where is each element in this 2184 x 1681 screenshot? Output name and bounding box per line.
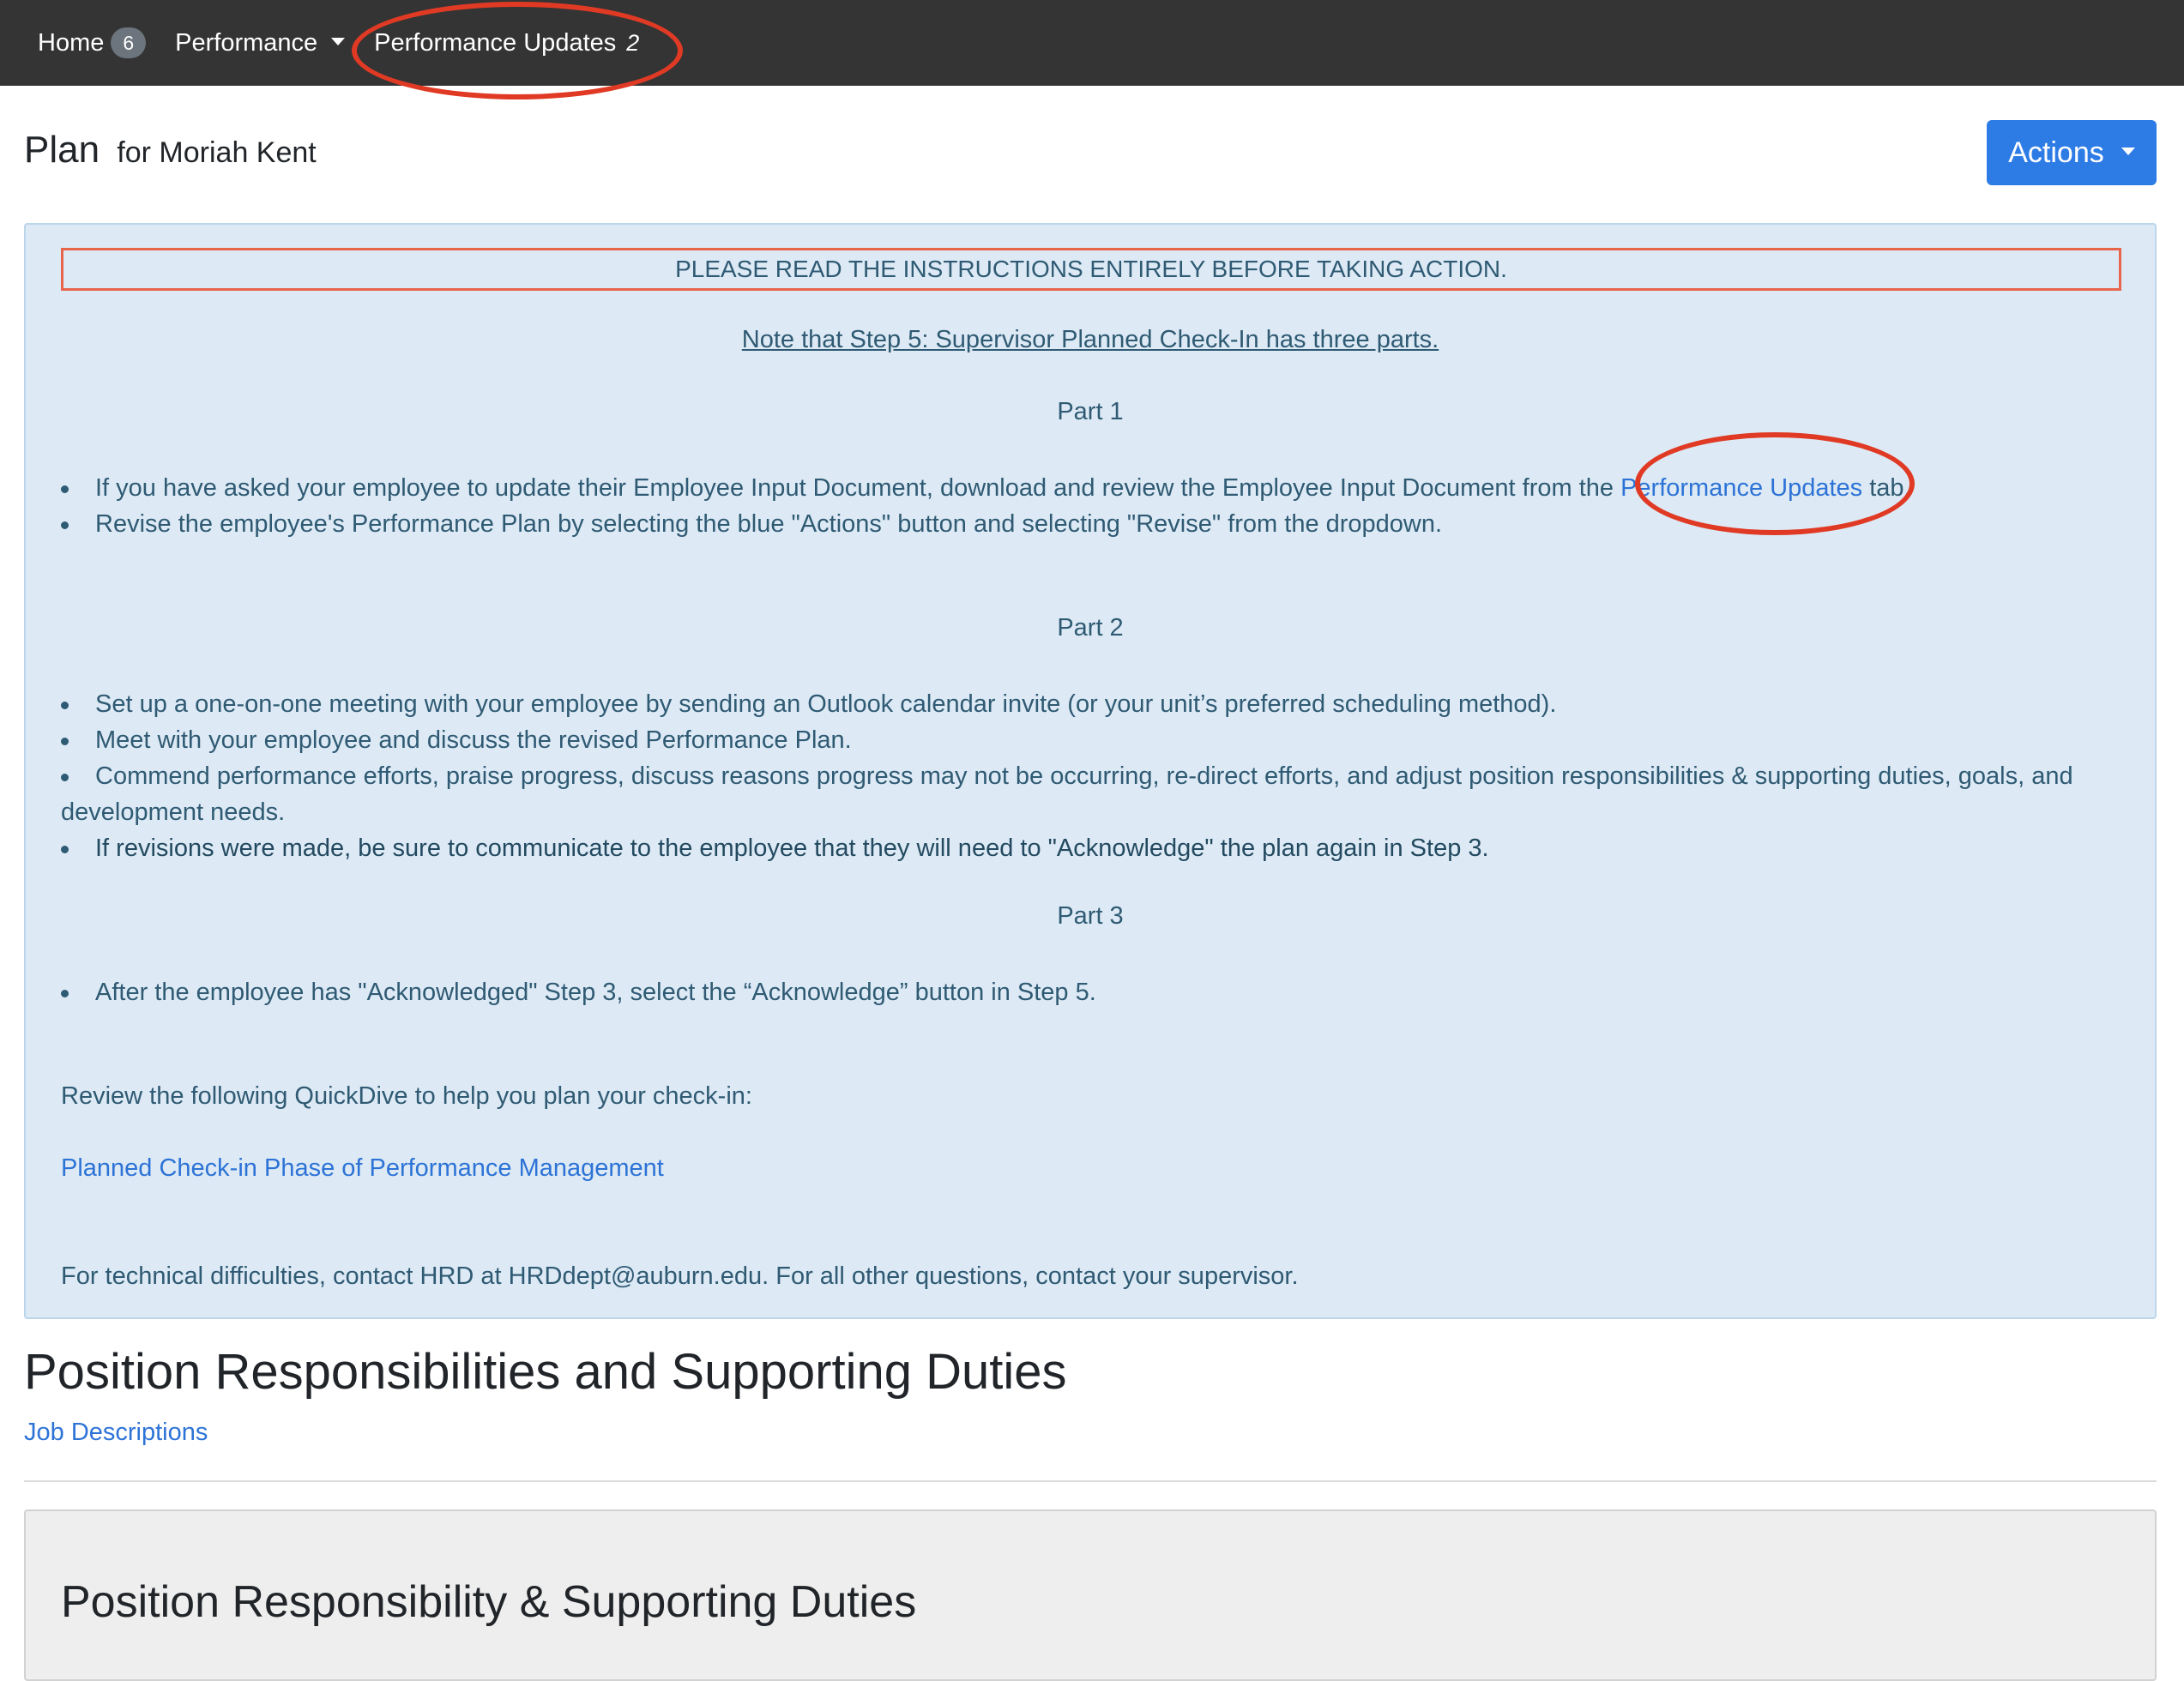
page-title-employee: for Moriah Kent: [117, 136, 317, 169]
page-title-main: Plan: [24, 129, 100, 171]
part1-list: If you have asked your employee to updat…: [61, 470, 2137, 542]
divider: [24, 1480, 2157, 1482]
part2-heading: Part 2: [1057, 614, 1124, 642]
part2-bullet3-line2: development needs.: [61, 798, 286, 826]
performance-updates-link[interactable]: Performance Updates: [1620, 474, 1862, 502]
duties-card-title: Position Responsibility & Supporting Dut…: [61, 1577, 917, 1627]
chevron-down-icon: [2121, 147, 2135, 155]
list-item: If you have asked your employee to updat…: [61, 470, 2137, 506]
list-item: If revisions were made, be sure to commu…: [61, 830, 2137, 866]
nav-performance-updates-label: Performance Updates: [374, 28, 617, 57]
top-navbar: Home 6 Performance Performance Updates 2: [0, 0, 2184, 86]
page-title: Plan for Moriah Kent: [24, 129, 317, 172]
part2-list: Set up a one-on-one meeting with your em…: [61, 686, 2137, 866]
warning-banner: PLEASE READ THE INSTRUCTIONS ENTIRELY BE…: [61, 248, 2121, 291]
part3-list: After the employee has "Acknowledged" St…: [61, 974, 2137, 1010]
nav-performance-dropdown[interactable]: Performance: [175, 28, 346, 57]
part2-bullet3-line1: Commend performance efforts, praise prog…: [95, 762, 2073, 790]
actions-button[interactable]: Actions: [1987, 120, 2157, 185]
nav-performance-label: Performance: [175, 28, 318, 57]
list-item: Meet with your employee and discuss the …: [61, 722, 2137, 758]
chevron-down-icon: [331, 37, 346, 45]
quickdive-link[interactable]: Planned Check-in Phase of Performance Ma…: [61, 1154, 664, 1183]
section-heading: Position Responsibilities and Supporting…: [24, 1344, 1067, 1400]
part3-heading: Part 3: [1057, 902, 1124, 930]
list-item: After the employee has "Acknowledged" St…: [61, 974, 2137, 1010]
nav-home-label: Home: [38, 28, 105, 57]
list-item: Revise the employee's Performance Plan b…: [61, 506, 2137, 542]
review-text: Review the following QuickDive to help y…: [61, 1082, 752, 1110]
performance-updates-count: 2: [626, 29, 640, 56]
instructions-panel: PLEASE READ THE INSTRUCTIONS ENTIRELY BE…: [24, 223, 2157, 1319]
actions-button-label: Actions: [2008, 136, 2104, 169]
part1-bullet1-text: If you have asked your employee to updat…: [95, 474, 1621, 502]
contact-text: For technical difficulties, contact HRD …: [61, 1262, 1299, 1290]
part1-heading: Part 1: [1057, 398, 1124, 425]
job-descriptions-link[interactable]: Job Descriptions: [24, 1419, 208, 1447]
duties-card: Position Responsibility & Supporting Dut…: [24, 1509, 2157, 1681]
list-item: Commend performance efforts, praise prog…: [61, 758, 2137, 830]
note-text: Note that Step 5: Supervisor Planned Che…: [741, 326, 1439, 353]
nav-home[interactable]: Home 6: [38, 27, 147, 58]
nav-performance-updates[interactable]: Performance Updates 2: [374, 29, 639, 57]
list-item: Set up a one-on-one meeting with your em…: [61, 686, 2137, 722]
home-count-badge: 6: [111, 27, 147, 58]
part1-bullet1-tail: tab.: [1862, 474, 1911, 502]
